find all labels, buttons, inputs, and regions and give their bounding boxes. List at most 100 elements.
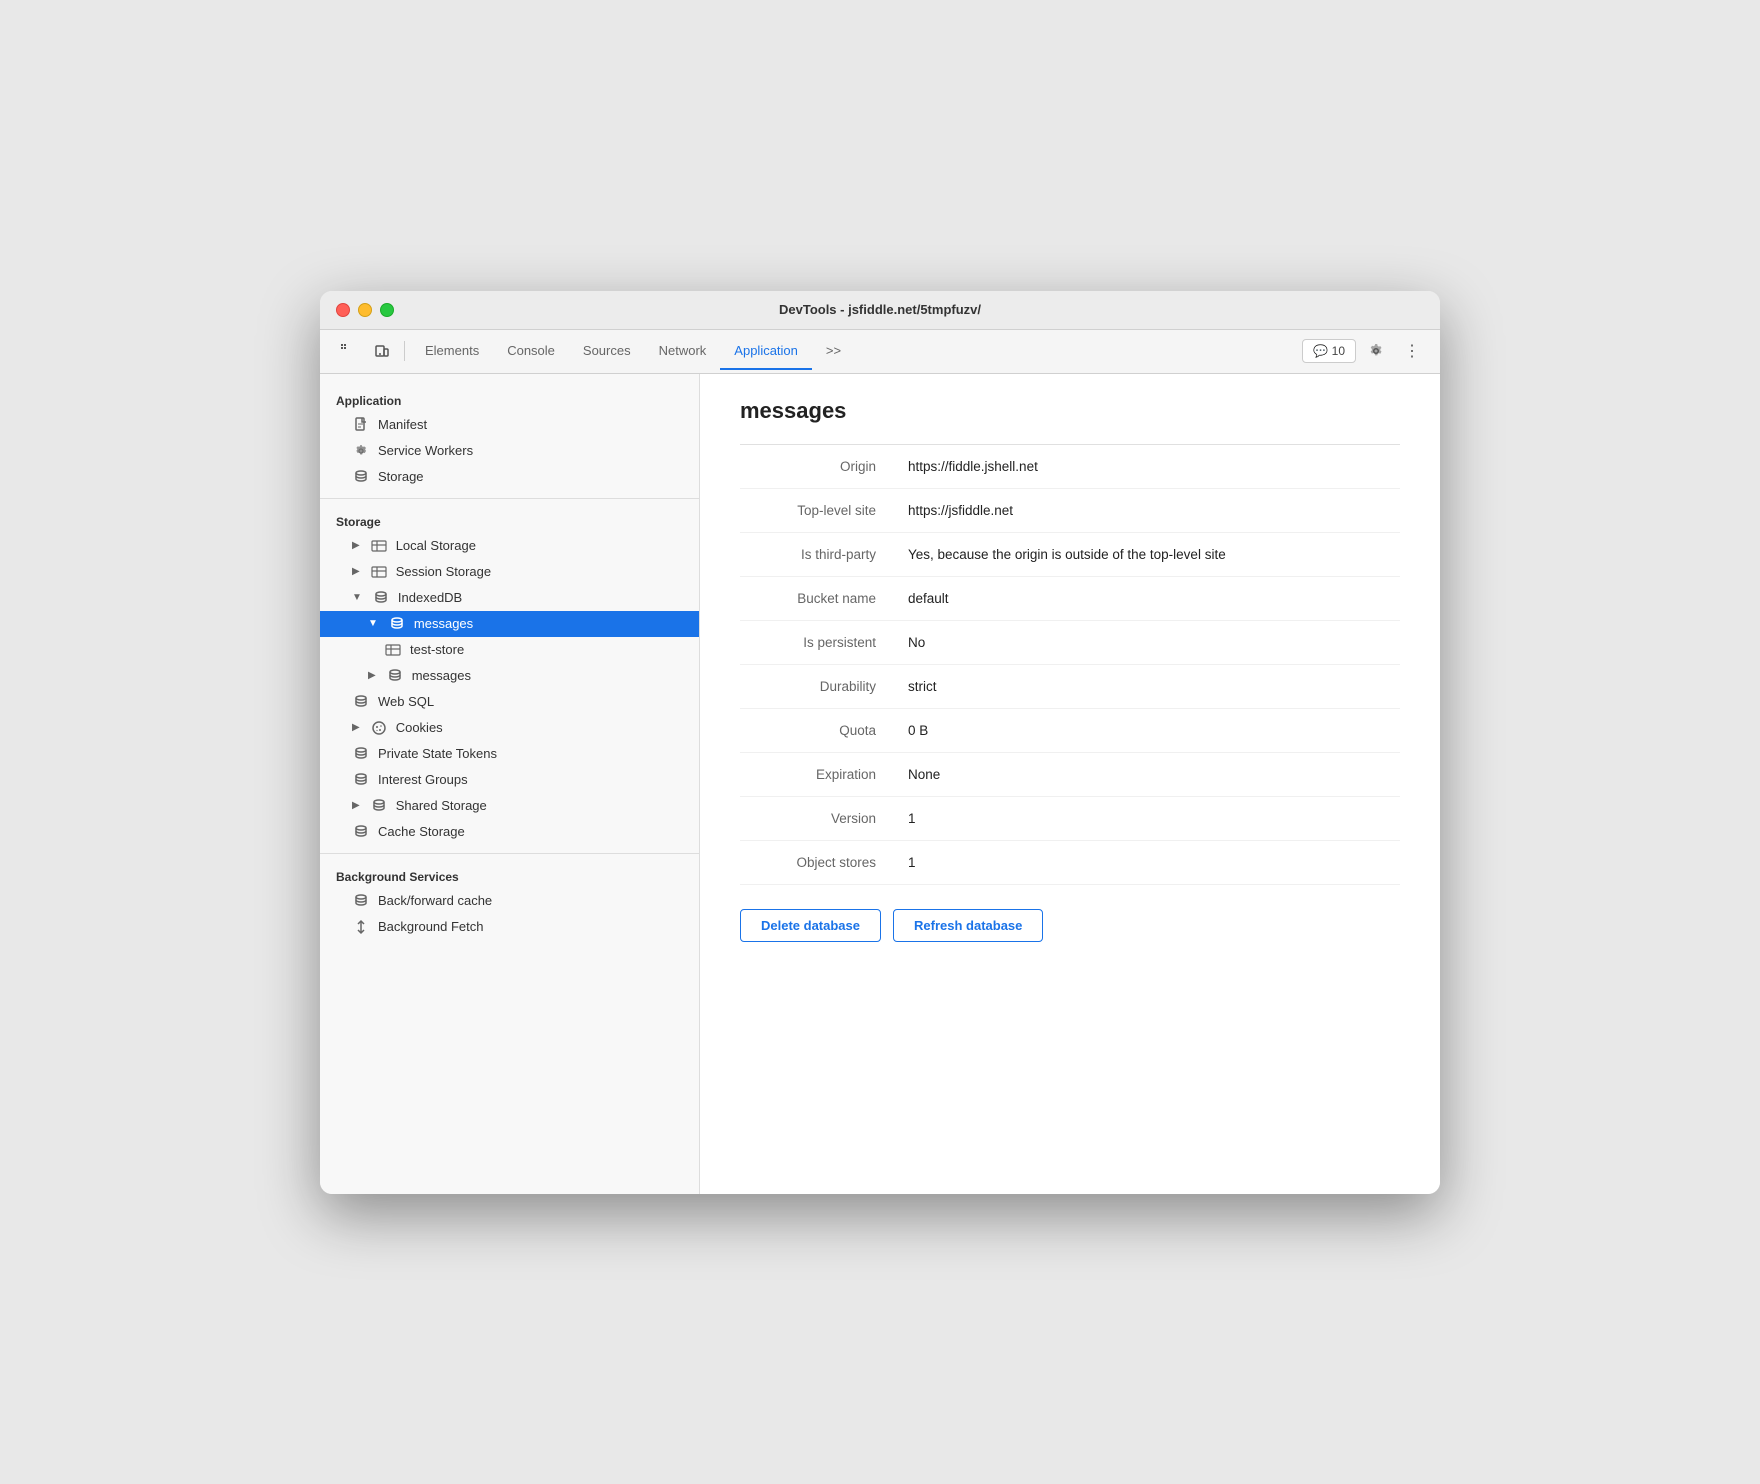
sidebar-item-session-storage[interactable]: ▶ Session Storage: [320, 559, 699, 585]
db-icon-shared: [370, 798, 388, 814]
more-button[interactable]: ⋮: [1396, 335, 1428, 367]
traffic-lights: [336, 303, 394, 317]
websql-label: Web SQL: [378, 694, 434, 709]
arrow-cookies: ▶: [352, 722, 360, 733]
sidebar: Application Manifest: [320, 374, 700, 1194]
settings-button[interactable]: [1360, 335, 1392, 367]
sidebar-item-service-workers[interactable]: Service Workers: [320, 438, 699, 464]
sidebar-item-indexeddb[interactable]: ▼ IndexedDB: [320, 585, 699, 611]
field-label: Version: [740, 796, 900, 840]
sidebar-item-interest-groups[interactable]: Interest Groups: [320, 767, 699, 793]
cookie-icon: [370, 720, 388, 736]
field-value: 0 B: [900, 708, 1400, 752]
chat-badge[interactable]: 💬 10: [1302, 339, 1356, 363]
delete-database-button[interactable]: Delete database: [740, 909, 881, 942]
db-icon-private-state: [352, 746, 370, 762]
section-background: Background Services: [320, 862, 699, 888]
db-icon-interest: [352, 772, 370, 788]
cursor-icon: [340, 343, 356, 359]
sidebar-item-cookies[interactable]: ▶ Cookies: [320, 715, 699, 741]
toolbar-right: 💬 10 ⋮: [1302, 335, 1428, 367]
sidebar-item-shared-storage[interactable]: ▶ Shared Storage: [320, 793, 699, 819]
device-icon-button[interactable]: [366, 335, 398, 367]
test-store-label: test-store: [410, 642, 464, 657]
table-row: Is persistentNo: [740, 620, 1400, 664]
table-row: Top-level sitehttps://jsfiddle.net: [740, 488, 1400, 532]
storage-label: Storage: [378, 469, 424, 484]
arrow-messages-2: ▶: [368, 670, 376, 681]
table-row: Durabilitystrict: [740, 664, 1400, 708]
sidebar-item-storage-top[interactable]: Storage: [320, 464, 699, 490]
cache-storage-label: Cache Storage: [378, 824, 465, 839]
table-row: Originhttps://fiddle.jshell.net: [740, 445, 1400, 489]
table-row: Quota0 B: [740, 708, 1400, 752]
background-fetch-label: Background Fetch: [378, 919, 484, 934]
device-icon: [374, 343, 390, 359]
toolbar-divider-1: [404, 341, 405, 361]
field-label: Top-level site: [740, 488, 900, 532]
tab-elements[interactable]: Elements: [411, 333, 493, 370]
sidebar-item-messages-active[interactable]: ▼ messages: [320, 611, 699, 637]
field-label: Object stores: [740, 840, 900, 884]
tab-bar: Elements Console Sources Network Applica…: [411, 333, 855, 370]
field-label: Quota: [740, 708, 900, 752]
divider-1: [320, 498, 699, 499]
field-label: Expiration: [740, 752, 900, 796]
field-label: Is third-party: [740, 532, 900, 576]
cursor-icon-button[interactable]: [332, 335, 364, 367]
file-icon: [352, 417, 370, 433]
messages-collapsed-label: messages: [412, 668, 471, 683]
updown-icon: [352, 919, 370, 935]
sidebar-item-private-state[interactable]: Private State Tokens: [320, 741, 699, 767]
table-row: Object stores1: [740, 840, 1400, 884]
detail-panel: messages Originhttps://fiddle.jshell.net…: [700, 374, 1440, 1194]
window-title: DevTools - jsfiddle.net/5tmpfuzv/: [779, 302, 981, 317]
refresh-database-button[interactable]: Refresh database: [893, 909, 1043, 942]
tab-application[interactable]: Application: [720, 333, 812, 370]
gear-icon: [1368, 343, 1384, 359]
minimize-button[interactable]: [358, 303, 372, 317]
close-button[interactable]: [336, 303, 350, 317]
table-row: Is third-partyYes, because the origin is…: [740, 532, 1400, 576]
table-icon-test-store: [384, 642, 402, 658]
tab-sources[interactable]: Sources: [569, 333, 645, 370]
shared-storage-label: Shared Storage: [396, 798, 487, 813]
field-label: Origin: [740, 445, 900, 489]
maximize-button[interactable]: [380, 303, 394, 317]
toolbar: Elements Console Sources Network Applica…: [320, 330, 1440, 374]
sidebar-item-background-fetch[interactable]: Background Fetch: [320, 914, 699, 940]
session-storage-label: Session Storage: [396, 564, 491, 579]
table-row: Bucket namedefault: [740, 576, 1400, 620]
db-icon-websql: [352, 694, 370, 710]
cookies-label: Cookies: [396, 720, 443, 735]
title-bar: DevTools - jsfiddle.net/5tmpfuzv/: [320, 291, 1440, 330]
field-label: Is persistent: [740, 620, 900, 664]
db-icon-messages: [388, 616, 406, 632]
detail-title: messages: [740, 398, 1400, 424]
table-row: ExpirationNone: [740, 752, 1400, 796]
table-icon-session: [370, 564, 388, 580]
private-state-label: Private State Tokens: [378, 746, 497, 761]
tab-console[interactable]: Console: [493, 333, 569, 370]
db-icon-backforward: [352, 893, 370, 909]
devtools-window: DevTools - jsfiddle.net/5tmpfuzv/ Elemen…: [320, 291, 1440, 1194]
sidebar-item-cache-storage[interactable]: Cache Storage: [320, 819, 699, 845]
local-storage-label: Local Storage: [396, 538, 476, 553]
arrow-messages: ▼: [368, 618, 378, 629]
sidebar-item-local-storage[interactable]: ▶ Local Storage: [320, 533, 699, 559]
sidebar-item-websql[interactable]: Web SQL: [320, 689, 699, 715]
sidebar-item-manifest[interactable]: Manifest: [320, 412, 699, 438]
tab-network[interactable]: Network: [645, 333, 721, 370]
sidebar-item-backforward-cache[interactable]: Back/forward cache: [320, 888, 699, 914]
tab-more[interactable]: >>: [812, 333, 855, 370]
divider-2: [320, 853, 699, 854]
messages-active-label: messages: [414, 616, 473, 631]
sidebar-item-messages-collapsed[interactable]: ▶ messages: [320, 663, 699, 689]
arrow-session-storage: ▶: [352, 566, 360, 577]
db-icon-storage: [352, 469, 370, 485]
interest-groups-label: Interest Groups: [378, 772, 468, 787]
table-row: Version1: [740, 796, 1400, 840]
sidebar-item-test-store[interactable]: test-store: [320, 637, 699, 663]
field-value: 1: [900, 840, 1400, 884]
field-label: Durability: [740, 664, 900, 708]
